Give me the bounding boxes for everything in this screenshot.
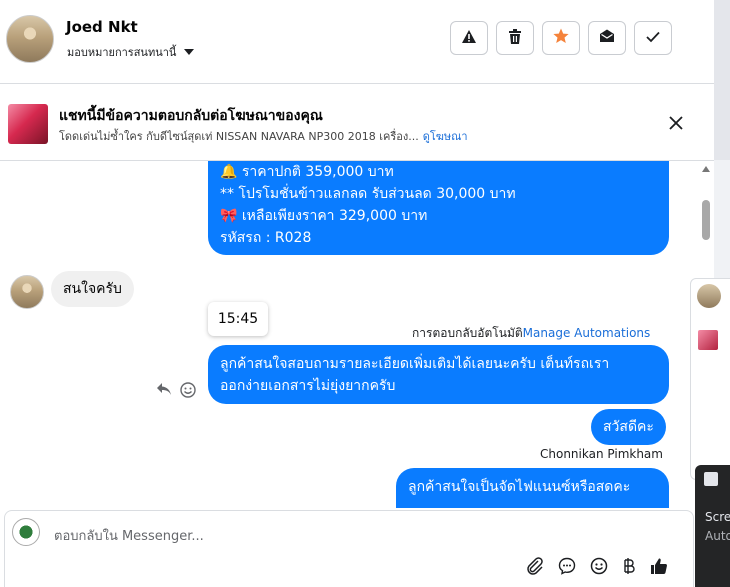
assign-dropdown[interactable]: มอบหมายการสนทนานี้ xyxy=(67,43,195,61)
message-bubble-auto-reply[interactable]: ลูกค้าสนใจสอบถามรายละเอียดเพิ่มเติมได้เล… xyxy=(208,345,669,404)
contact-avatar[interactable] xyxy=(6,15,54,63)
ad-thumbnail-image[interactable] xyxy=(8,104,48,144)
star-icon xyxy=(553,28,569,48)
notification-title: Scre xyxy=(705,510,730,524)
checkmark-icon xyxy=(646,29,660,47)
floating-card-thumbnail xyxy=(698,330,718,350)
caret-down-icon xyxy=(184,49,195,55)
timestamp-text: 15:45 xyxy=(217,311,259,327)
saved-reply-icon[interactable] xyxy=(558,557,576,580)
ad-subtitle-text: โดดเด่นไม่ซ้ำใคร กับดีไซน์สุดเท่ NISSAN … xyxy=(59,127,468,145)
floating-card-avatar xyxy=(697,284,721,308)
contact-name[interactable]: Joed Nkt xyxy=(66,18,138,36)
auto-reply-text: การตอบกลับอัตโนมัติ xyxy=(412,326,523,340)
auto-reply-label: การตอบกลับอัตโนมัติManage Automations xyxy=(412,324,650,343)
message-line: ลูกค้าสนใจสอบถามรายละเอียดเพิ่มเติมได้เล… xyxy=(220,356,610,372)
ad-title-text: แชทนี้มีข้อความตอบกลับต่อโฆษณาของคุณ xyxy=(59,108,323,124)
reply-input-placeholder[interactable]: ตอบกลับใน Messenger... xyxy=(54,525,204,546)
message-line: รหัสรถ : R028 xyxy=(220,230,312,246)
payment-baht-icon[interactable] xyxy=(622,557,636,580)
ad-description-text: โดดเด่นไม่ซ้ำใคร กับดีไซน์สุดเท่ NISSAN … xyxy=(59,130,419,143)
conversation-panel: Joed Nkt มอบหมายการสนทนานี้ 🔔 ราคาปกติ 3… xyxy=(0,0,714,587)
assign-label: มอบหมายการสนทนานี้ xyxy=(67,46,177,59)
message-bubble-outgoing[interactable]: ลูกค้าสนใจเป็นจัดไฟแนนซ์หรือสดคะ xyxy=(396,468,669,508)
message-text: สนใจครับ xyxy=(63,281,122,297)
spam-button[interactable] xyxy=(450,21,488,55)
message-line: ** โปรโมชั่นข้าวแลกลด รับส่วนลด 30,000 บ… xyxy=(220,186,516,202)
emoji-react-icon[interactable] xyxy=(180,382,196,402)
reply-icon[interactable] xyxy=(156,382,172,402)
envelope-open-icon xyxy=(599,29,615,47)
message-text: สวัสดีคะ xyxy=(603,419,654,435)
composer-toolbar xyxy=(526,557,668,580)
done-button[interactable] xyxy=(634,21,672,55)
warning-icon xyxy=(461,29,477,48)
view-ad-link-text[interactable]: ดูโฆษณา xyxy=(423,130,468,143)
close-banner-icon[interactable] xyxy=(669,114,683,135)
ad-banner-overlay: แชทนี้มีข้อความตอบกลับต่อโฆษณาของคุณ โดด… xyxy=(0,84,714,161)
scrollbar-thumb[interactable] xyxy=(702,200,710,240)
scroll-up-arrow-icon[interactable] xyxy=(702,166,710,172)
message-hover-actions xyxy=(156,382,196,402)
attachment-icon[interactable] xyxy=(526,557,544,580)
emoji-icon[interactable] xyxy=(590,557,608,580)
trash-icon xyxy=(508,28,522,48)
right-edge-strip xyxy=(714,0,730,160)
message-bubble-incoming[interactable]: สนใจครับ xyxy=(51,271,134,307)
message-line: ออกง่ายเอกสารไม่ยุ่งยากครับ xyxy=(220,378,396,394)
contact-avatar-small[interactable] xyxy=(10,275,44,309)
notification-subtitle: Auto xyxy=(705,529,730,543)
message-bubble-outgoing[interactable]: 🔔 ราคาปกติ 359,000 บาท ** โปรโมชั่นข้าวแ… xyxy=(208,150,669,255)
mark-unread-button[interactable] xyxy=(588,21,626,55)
page-avatar xyxy=(12,518,40,546)
app-icon xyxy=(704,472,718,486)
sender-name: Chonnikan Pimkham xyxy=(540,447,663,461)
message-line: 🔔 ราคาปกติ 359,000 บาท xyxy=(220,164,394,180)
message-text: ลูกค้าสนใจเป็นจัดไฟแนนซ์หรือสดคะ xyxy=(408,479,631,495)
message-bubble-outgoing[interactable]: สวัสดีคะ xyxy=(591,409,666,445)
floating-chat-card[interactable] xyxy=(690,278,730,480)
message-line: 🎀 เหลือเพียงราคา 329,000 บาท xyxy=(220,208,428,224)
conversation-header: Joed Nkt มอบหมายการสนทนานี้ xyxy=(0,0,714,84)
star-button[interactable] xyxy=(542,21,580,55)
header-actions xyxy=(450,21,672,55)
thumbs-up-icon[interactable] xyxy=(650,557,668,580)
timestamp-tooltip: 15:45 xyxy=(208,302,268,336)
delete-button[interactable] xyxy=(496,21,534,55)
manage-automations-link[interactable]: Manage Automations xyxy=(523,326,651,340)
